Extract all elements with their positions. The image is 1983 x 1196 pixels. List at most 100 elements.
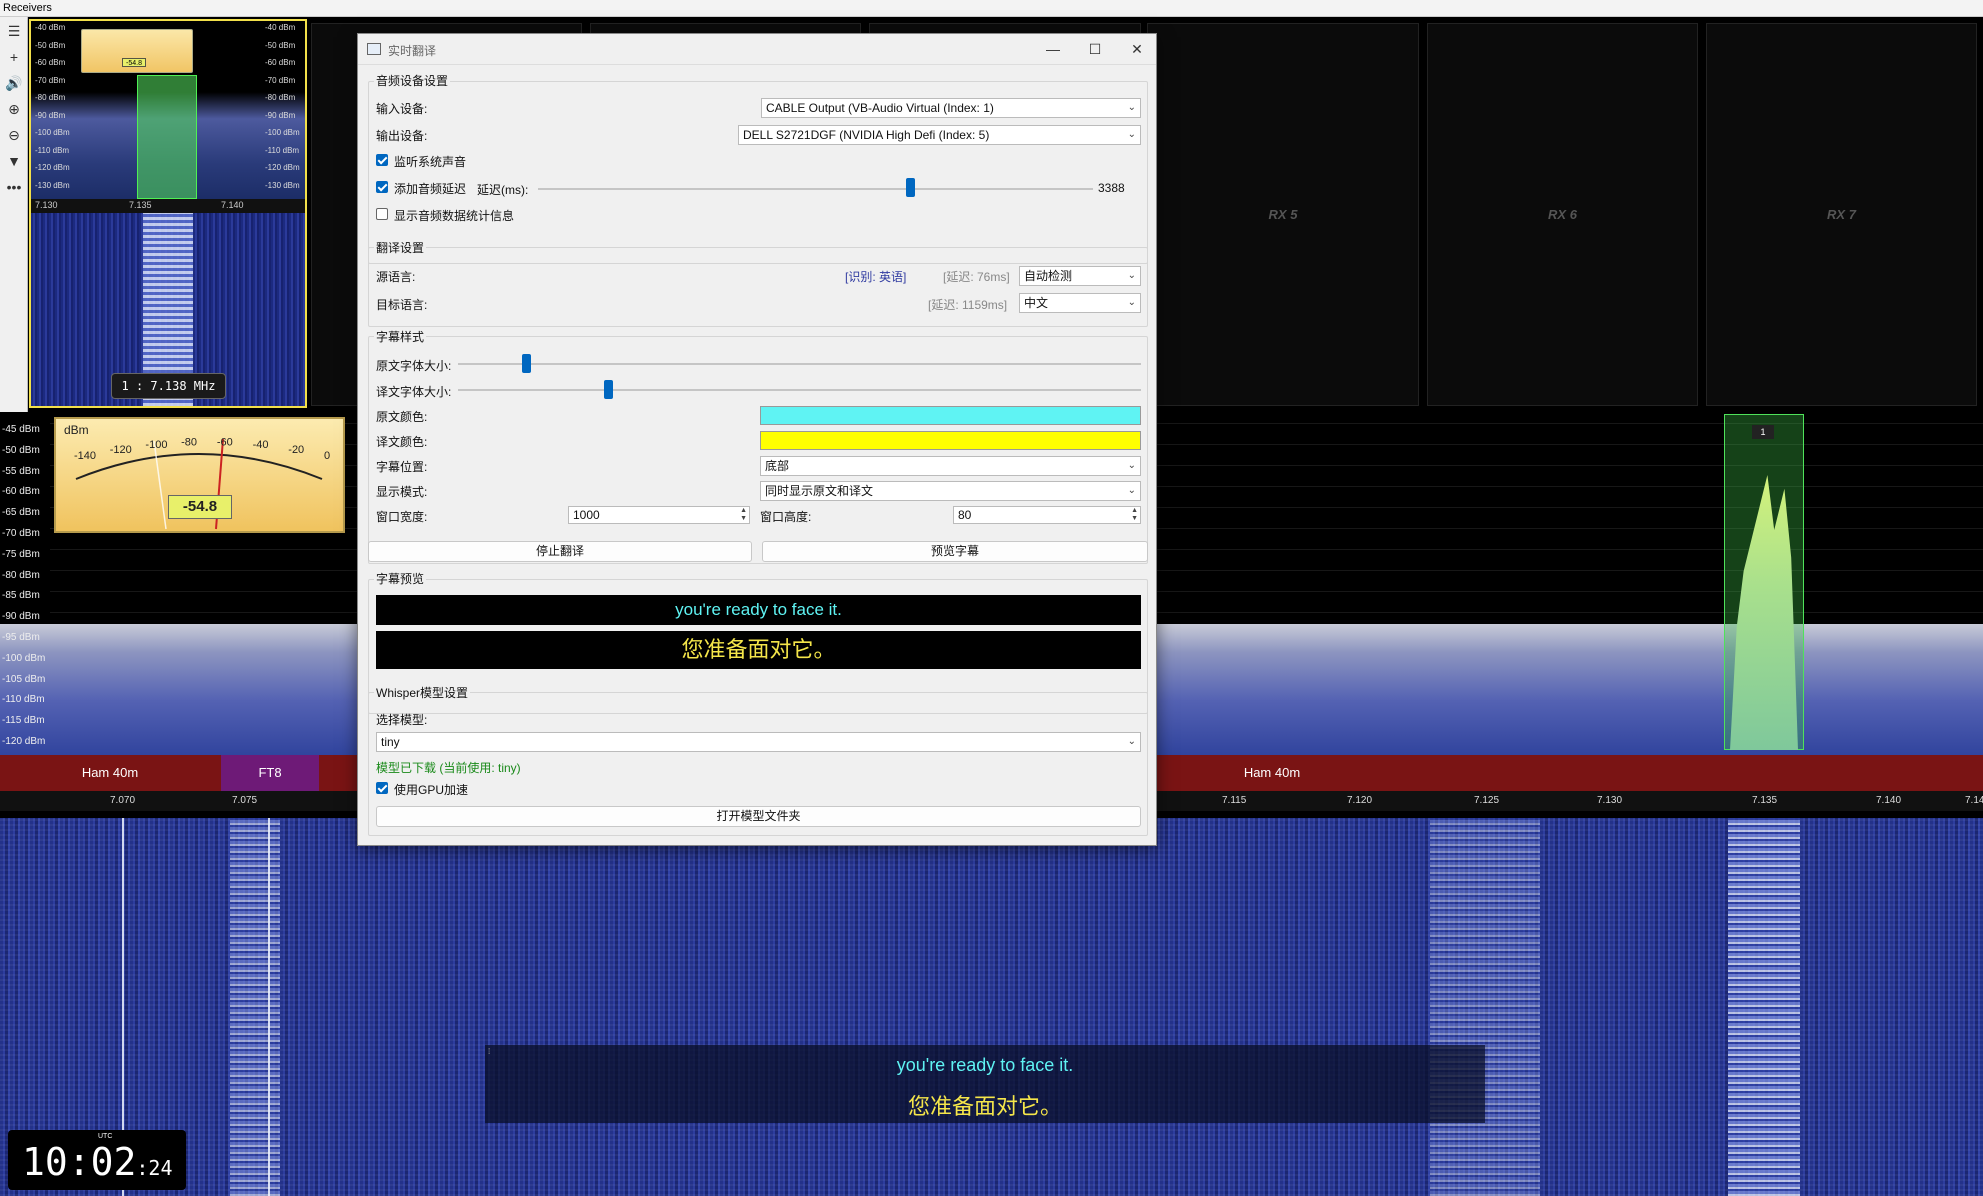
target-lang-label: 目标语言: — [376, 298, 428, 312]
dbm-tick: -110 dBm — [2, 694, 45, 706]
rx-spectrum[interactable]: -40 dBm -50 dBm -60 dBm -70 dBm -80 dBm -90 d… — [31, 21, 305, 199]
band-ham-40m-right[interactable]: Ham 40m — [1222, 755, 1322, 791]
utc-clock: UTC 10:02:24 — [8, 1130, 186, 1190]
orig-color-swatch[interactable] — [760, 406, 1141, 425]
dbm-tick: -45 dBm — [2, 424, 40, 435]
delay-checkbox[interactable] — [376, 181, 388, 193]
s-meter: dBm -140 -120 -100 -80 -60 -40 -20 0 -54.8 — [54, 417, 345, 533]
trans-font-size-track[interactable] — [458, 389, 1141, 391]
mode-select[interactable]: 同时显示原文和译文 ⌄ — [760, 481, 1141, 501]
stop-translation-button[interactable]: 停止翻译 — [368, 541, 752, 562]
subtitle-overlay[interactable]: ⁞ you're ready to face it. 您准备面对它。 — [485, 1045, 1485, 1123]
filter-icon[interactable]: ▼ — [2, 149, 26, 173]
dbm-tick: -70 dBm — [2, 527, 40, 539]
meter-value: -54.8 — [168, 495, 232, 519]
close-button[interactable]: ✕ — [1122, 38, 1152, 60]
freq-tick: 7.075 — [232, 795, 258, 806]
rx-dbm-tick: -50 dBm — [265, 40, 296, 50]
maximize-button[interactable]: ☐ — [1080, 38, 1110, 60]
orig-font-size-thumb[interactable] — [522, 354, 532, 373]
height-spinbox[interactable]: 80 ▲ ▼ — [953, 506, 1141, 524]
model-select[interactable]: tiny ⌄ — [376, 732, 1141, 752]
rx-freq-tick: 7.130 — [35, 200, 58, 210]
open-model-folder-button[interactable]: 打开模型文件夹 — [376, 806, 1141, 827]
delay-slider-thumb[interactable] — [905, 178, 915, 197]
add-icon[interactable]: + — [2, 45, 26, 69]
delay-label: 添加音频延迟 — [394, 182, 467, 196]
stats-checkbox[interactable] — [376, 208, 388, 220]
delay-value: 3388 — [1098, 181, 1125, 195]
rx-dbm-tick: -120 dBm — [265, 163, 300, 172]
rx-slot-6[interactable]: RX 6 — [1427, 23, 1698, 406]
width-value: 1000 — [573, 508, 600, 522]
spin-arrows-icon[interactable]: ▲ ▼ — [1131, 507, 1138, 523]
delay-ms-label: 延迟(ms): — [477, 183, 529, 197]
rx-slot-5[interactable]: RX 5 — [1147, 23, 1419, 406]
source-lang-select[interactable]: 自动检测 ⌄ — [1019, 266, 1141, 286]
rx-slot-7[interactable]: RX 7 — [1706, 23, 1977, 406]
meter-scale-label: 0 — [324, 450, 330, 462]
clock-sec: :24 — [136, 1156, 173, 1180]
rx-meter-value: -54.8 — [122, 58, 146, 67]
more-icon[interactable]: ••• — [2, 175, 26, 199]
rx-dbm-tick: -130 dBm — [265, 180, 300, 190]
dbm-tick: -115 dBm — [2, 715, 45, 727]
menu-icon[interactable]: ☰ — [2, 19, 26, 43]
gpu-checkbox[interactable] — [376, 782, 388, 794]
freq-tick: 7.14 — [1965, 795, 1983, 806]
speaker-icon[interactable]: 🔊 — [2, 71, 26, 95]
meter-scale-label: -60 — [217, 436, 233, 448]
freq-tick: 7.125 — [1474, 795, 1500, 806]
dbm-tick: -95 dBm — [2, 631, 40, 643]
rx-freq-tick: 7.135 — [129, 200, 152, 210]
minimize-button[interactable]: — — [1038, 38, 1068, 60]
width-label: 窗口宽度: — [376, 510, 428, 524]
rx-dbm-tick: -50 dBm — [35, 40, 66, 50]
meter-scale-label: -20 — [288, 444, 304, 456]
freq-tick: 7.070 — [110, 795, 136, 806]
trans-color-label: 译文颜色: — [376, 435, 428, 449]
band-ft8[interactable]: FT8 — [221, 755, 319, 791]
dbm-tick: -100 dBm — [2, 652, 46, 664]
input-device-select[interactable]: CABLE Output (VB-Audio Virtual (Index: 1… — [761, 98, 1141, 118]
spin-arrows-icon[interactable]: ▲ ▼ — [740, 507, 747, 523]
dbm-scale: -45 dBm -50 dBm -55 dBm -60 dBm -65 dBm -70 d… — [2, 420, 47, 794]
meter-scale-label: -120 — [110, 444, 132, 456]
main-waterfall[interactable] — [0, 818, 1983, 1196]
orig-font-size-track[interactable] — [458, 363, 1141, 365]
orig-font-size-label: 原文字体大小: — [376, 359, 452, 373]
width-spinbox[interactable]: 1000 ▲ ▼ — [568, 506, 750, 524]
target-lang-select[interactable]: 中文 ⌄ — [1019, 293, 1141, 313]
trans-color-swatch[interactable] — [760, 431, 1141, 450]
rx-panel-1[interactable]: -40 dBm -50 dBm -60 dBm -70 dBm -80 dBm -90 d… — [29, 19, 307, 408]
rx-dbm-tick: -60 dBm — [35, 58, 66, 67]
rx-dbm-tick: -100 dBm — [265, 128, 300, 137]
zoom-in-icon[interactable]: ⊕ — [2, 97, 26, 121]
freq-tick: 7.140 — [1876, 795, 1902, 806]
rx-selection[interactable] — [137, 75, 197, 199]
rx-freq-tick: 7.140 — [221, 200, 244, 210]
band-ham-40m[interactable]: Ham 40m — [60, 755, 160, 791]
left-toolbar: ☰ + 🔊 ⊕ ⊖ ▼ ••• — [0, 17, 28, 412]
waterfall-signal — [1430, 818, 1540, 1196]
freq-tick: 7.135 — [1752, 795, 1778, 806]
delay-slider-track[interactable] — [538, 188, 1093, 190]
freq-tick: 7.120 — [1347, 795, 1373, 806]
rx-dbm-tick: -60 dBm — [265, 58, 296, 67]
freq-tick: 7.115 — [1222, 795, 1247, 806]
position-label: 字幕位置: — [376, 460, 428, 474]
monitor-checkbox[interactable] — [376, 154, 388, 166]
trans-font-size-thumb[interactable] — [604, 380, 614, 399]
preview-translation: 您准备面对它。 — [376, 631, 1141, 669]
dialog-titlebar[interactable]: 实时翻译 — ☐ ✕ — [358, 34, 1156, 65]
rx-dbm-tick: -110 dBm — [35, 145, 70, 155]
orig-color-label: 原文颜色: — [376, 410, 428, 424]
output-device-select[interactable]: DELL S2721DGF (NVIDIA High Defi (Index: … — [738, 125, 1141, 145]
position-select[interactable]: 底部 ⌄ — [760, 456, 1141, 476]
preview-original: you're ready to face it. — [376, 595, 1141, 625]
preview-subtitle-button[interactable]: 预览字幕 — [762, 541, 1148, 562]
clock-hm: 10:02 — [22, 1140, 137, 1184]
vfo-marker: 1 — [1752, 425, 1774, 439]
height-label: 窗口高度: — [760, 510, 812, 524]
zoom-out-icon[interactable]: ⊖ — [2, 123, 26, 147]
